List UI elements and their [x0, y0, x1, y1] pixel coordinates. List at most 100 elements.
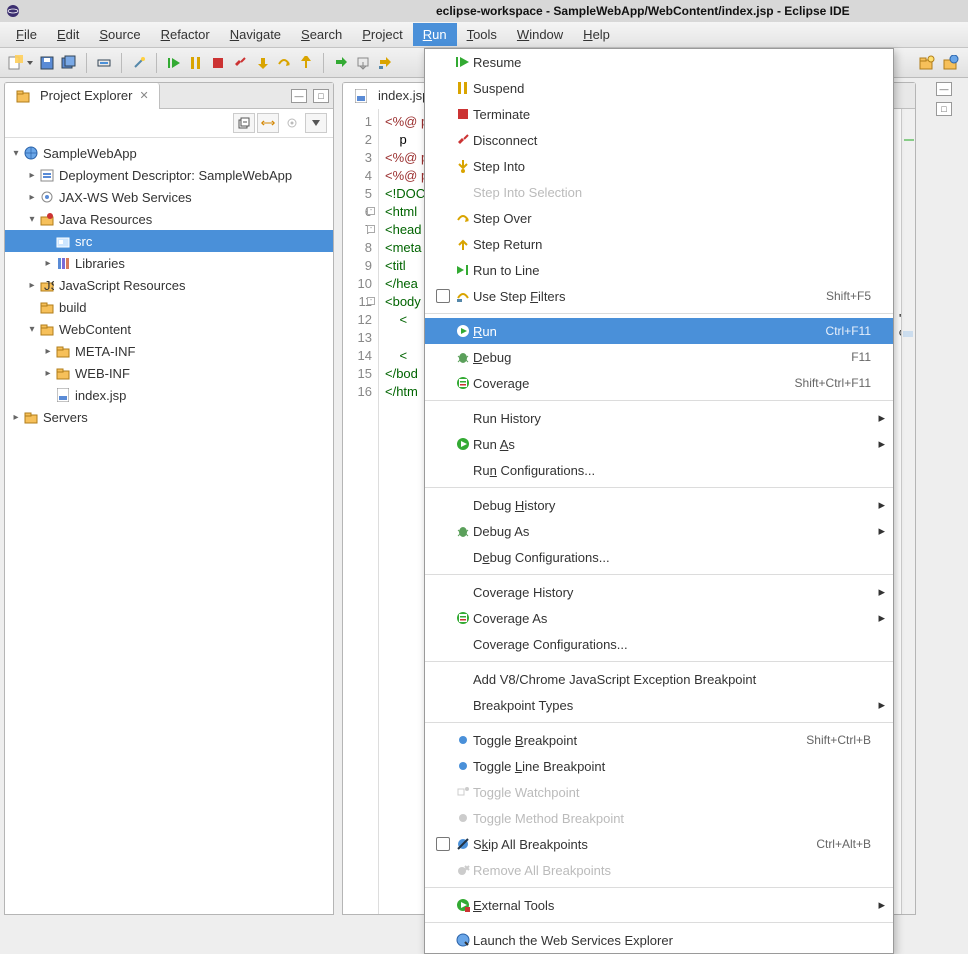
menu-item-run-configurations[interactable]: Run Configurations...	[425, 457, 893, 483]
menu-item-coverage-history[interactable]: Coverage History▸	[425, 579, 893, 605]
menu-item-suspend[interactable]: Suspend	[425, 75, 893, 101]
toggle-breadcrumb-icon[interactable]	[95, 54, 113, 72]
menu-item-debug-history[interactable]: Debug History▸	[425, 492, 893, 518]
tree-twisty[interactable]: ▸	[25, 280, 39, 291]
new-icon[interactable]	[6, 54, 24, 72]
terminate-icon[interactable]	[209, 54, 227, 72]
dropframe-icon[interactable]	[354, 54, 372, 72]
open-perspective-icon[interactable]	[918, 54, 936, 72]
menu-item-debug[interactable]: DebugF11	[425, 344, 893, 370]
menu-item-coverage-as[interactable]: Coverage As▸	[425, 605, 893, 631]
suspend-icon[interactable]	[187, 54, 205, 72]
menu-item-run[interactable]: RunCtrl+F11	[425, 318, 893, 344]
tree-twisty[interactable]: ▸	[41, 346, 55, 357]
maximize-icon[interactable]: □	[313, 89, 329, 103]
save-icon[interactable]	[38, 54, 56, 72]
disconnect-icon[interactable]	[231, 54, 249, 72]
menu-project[interactable]: Project	[352, 23, 412, 46]
tree-item-deployment-descriptor-samplewebapp[interactable]: ▸Deployment Descriptor: SampleWebApp	[5, 164, 333, 186]
stepinto-icon[interactable]	[253, 54, 271, 72]
menu-tools[interactable]: Tools	[457, 23, 507, 46]
resume-icon[interactable]	[165, 54, 183, 72]
tree-twisty[interactable]: ▸	[41, 258, 55, 269]
menu-item-label: Disconnect	[473, 133, 871, 148]
menu-item-debug-configurations[interactable]: Debug Configurations...	[425, 544, 893, 570]
wand-icon[interactable]	[130, 54, 148, 72]
menu-item-label: Coverage Configurations...	[473, 637, 871, 652]
jee-perspective-icon[interactable]	[942, 54, 960, 72]
stepreturn-icon[interactable]	[297, 54, 315, 72]
tree-item-build[interactable]: build	[5, 296, 333, 318]
maximize-icon[interactable]: □	[936, 102, 952, 116]
menu-search[interactable]: Search	[291, 23, 352, 46]
menu-item-skip-all-breakpoints[interactable]: Skip All BreakpointsCtrl+Alt+B	[425, 831, 893, 857]
project-explorer-tab[interactable]: Project Explorer ✕	[5, 83, 160, 109]
menu-item-use-step-filters[interactable]: Use Step FiltersShift+F5	[425, 283, 893, 309]
debug-icon	[453, 524, 473, 538]
tree-item-jax-ws-web-services[interactable]: ▸JAX-WS Web Services	[5, 186, 333, 208]
minimize-icon[interactable]: —	[291, 89, 307, 103]
view-menu-icon[interactable]	[305, 113, 327, 133]
editor-gutter[interactable]: 123456-7-891011-1213141516	[343, 109, 379, 914]
tree-twisty[interactable]: ▾	[25, 214, 39, 225]
link-editor-icon[interactable]	[257, 113, 279, 133]
menu-item-toggle-breakpoint[interactable]: Toggle BreakpointShift+Ctrl+B	[425, 727, 893, 753]
menu-file[interactable]: File	[6, 23, 47, 46]
tree-item-samplewebapp[interactable]: ▾SampleWebApp	[5, 142, 333, 164]
saveall-icon[interactable]	[60, 54, 78, 72]
menu-item-launch-the-web-services-explorer[interactable]: Launch the Web Services Explorer	[425, 927, 893, 953]
menu-item-disconnect[interactable]: Disconnect	[425, 127, 893, 153]
tree-twisty[interactable]: ▾	[25, 324, 39, 335]
tree-item-meta-inf[interactable]: ▸META-INF	[5, 340, 333, 362]
menu-window[interactable]: Window	[507, 23, 573, 46]
tree-twisty[interactable]: ▸	[9, 412, 23, 423]
dd-icon	[39, 167, 55, 183]
menu-help[interactable]: Help	[573, 23, 620, 46]
tree-twisty[interactable]: ▸	[41, 368, 55, 379]
project-tree[interactable]: ▾SampleWebApp▸Deployment Descriptor: Sam…	[5, 138, 333, 914]
tree-twisty[interactable]: ▾	[9, 148, 23, 159]
dropdown-icon[interactable]	[26, 61, 34, 65]
menu-item-debug-as[interactable]: Debug As▸	[425, 518, 893, 544]
menu-refactor[interactable]: Refactor	[151, 23, 220, 46]
run-icon	[453, 437, 473, 451]
tree-twisty[interactable]: ▸	[25, 192, 39, 203]
tree-item-web-inf[interactable]: ▸WEB-INF	[5, 362, 333, 384]
tree-item-servers[interactable]: ▸Servers	[5, 406, 333, 428]
menu-item-toggle-line-breakpoint[interactable]: Toggle Line Breakpoint	[425, 753, 893, 779]
menu-item-resume[interactable]: Resume	[425, 49, 893, 75]
menu-item-breakpoint-types[interactable]: Breakpoint Types▸	[425, 692, 893, 718]
menu-run[interactable]: Run	[413, 23, 457, 46]
menu-item-run-history[interactable]: Run History▸	[425, 405, 893, 431]
close-icon[interactable]: ✕	[139, 89, 148, 102]
tree-twisty[interactable]: ▸	[25, 170, 39, 181]
stepfilter-icon[interactable]	[376, 54, 394, 72]
menu-item-label: Step Into Selection	[473, 185, 871, 200]
menu-item-step-into[interactable]: Step Into	[425, 153, 893, 179]
menu-item-external-tools[interactable]: External Tools▸	[425, 892, 893, 918]
tree-item-java-resources[interactable]: ▾Java Resources	[5, 208, 333, 230]
menu-navigate[interactable]: Navigate	[220, 23, 291, 46]
menu-item-terminate[interactable]: Terminate	[425, 101, 893, 127]
runtoline-icon[interactable]	[332, 54, 350, 72]
tree-item-src[interactable]: src	[5, 230, 333, 252]
stepover-icon[interactable]	[275, 54, 293, 72]
menu-item-run-as[interactable]: Run As▸	[425, 431, 893, 457]
menu-source[interactable]: Source	[89, 23, 150, 46]
folder-icon	[55, 365, 71, 381]
tree-item-webcontent[interactable]: ▾WebContent	[5, 318, 333, 340]
minimize-icon[interactable]: —	[936, 82, 952, 96]
collapse-all-icon[interactable]	[233, 113, 255, 133]
menu-item-add-v8-chrome-javascript-exception-breakpoint[interactable]: Add V8/Chrome JavaScript Exception Break…	[425, 666, 893, 692]
menu-edit[interactable]: Edit	[47, 23, 89, 46]
menu-item-coverage-configurations[interactable]: Coverage Configurations...	[425, 631, 893, 657]
menu-item-step-over[interactable]: Step Over	[425, 205, 893, 231]
scrollbar[interactable]	[901, 109, 915, 914]
focus-task-icon[interactable]	[281, 113, 303, 133]
menu-item-step-return[interactable]: Step Return	[425, 231, 893, 257]
menu-item-run-to-line[interactable]: Run to Line	[425, 257, 893, 283]
tree-item-libraries[interactable]: ▸Libraries	[5, 252, 333, 274]
tree-item-index-jsp[interactable]: index.jsp	[5, 384, 333, 406]
menu-item-coverage[interactable]: CoverageShift+Ctrl+F11	[425, 370, 893, 396]
tree-item-javascript-resources[interactable]: ▸JSJavaScript Resources	[5, 274, 333, 296]
